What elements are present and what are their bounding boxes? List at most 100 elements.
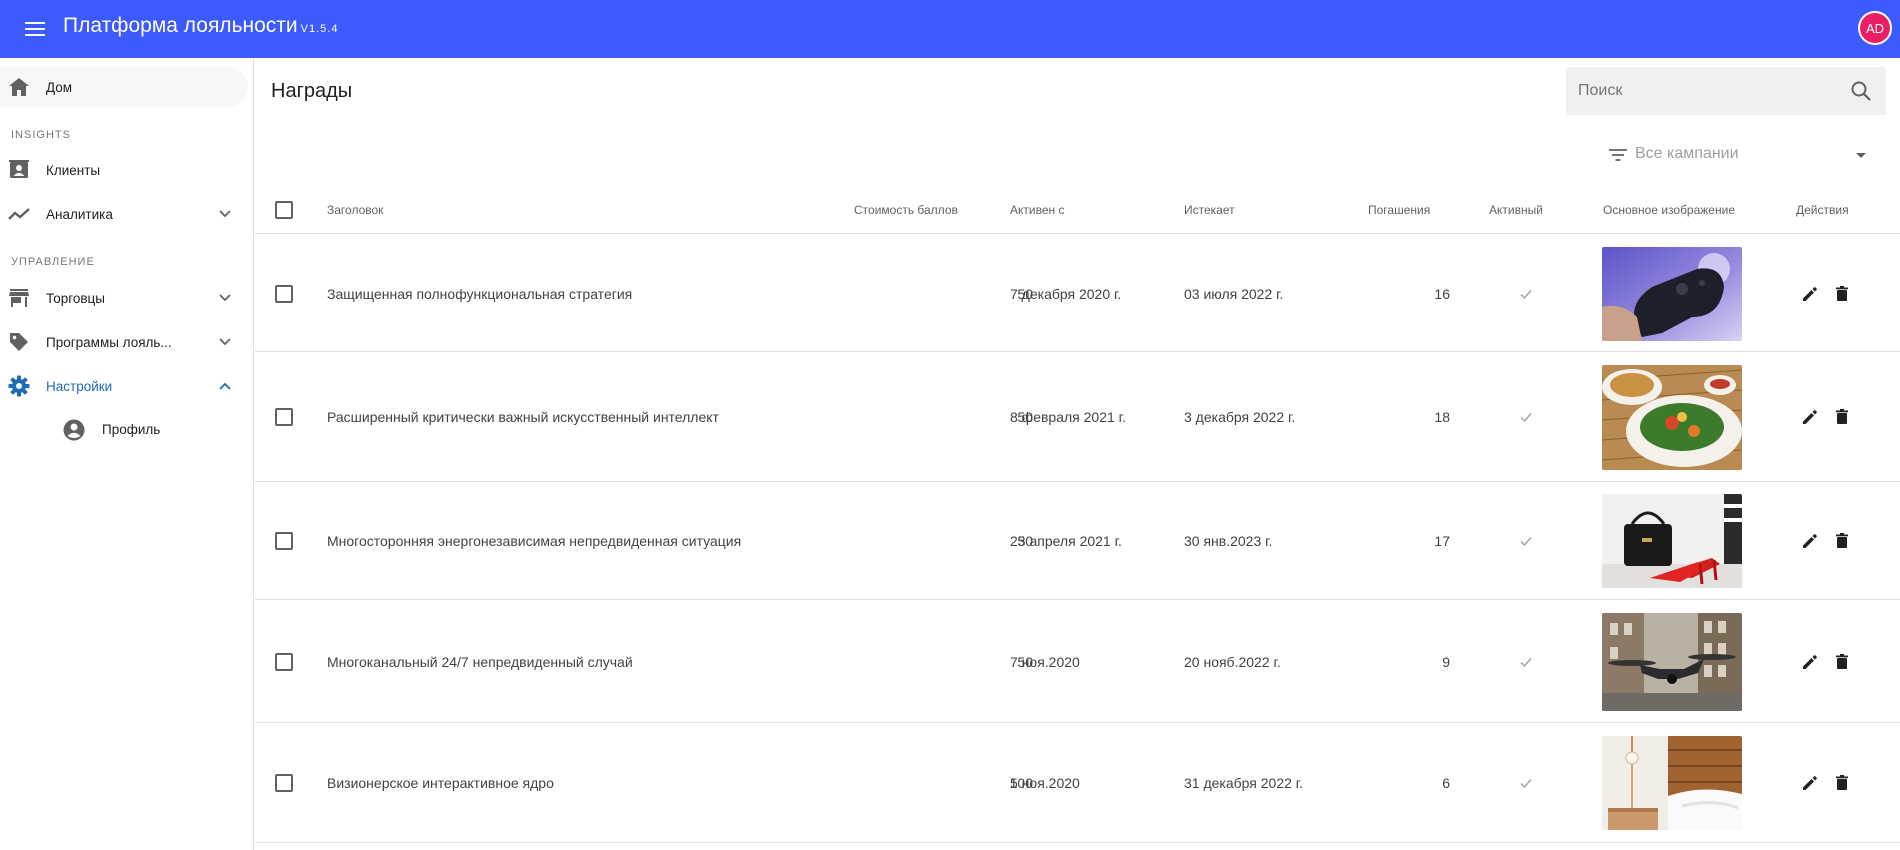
menu-icon[interactable] (22, 16, 48, 42)
sidebar: Дом INSIGHTS Клиенты Аналитика УПРАВЛЕНИ… (0, 58, 254, 850)
cell-expires: 03 июля 2022 г. (1184, 285, 1284, 302)
cell-redemptions: 16 (1434, 285, 1450, 302)
cell-redemptions: 17 (1434, 533, 1450, 549)
tag-icon (8, 331, 30, 353)
page-title: Награды (271, 80, 353, 102)
cell-title: Визионерское интерактивное ядро (327, 775, 554, 791)
bedroom-lamp-image (1602, 736, 1742, 830)
table-row[interactable]: Расширенный критически важный искусствен… (255, 352, 1900, 482)
table-row[interactable]: Защищенная полнофункциональная стратегия… (255, 235, 1900, 352)
cell-active-from: 23 апреля 2021 г. (1010, 533, 1122, 549)
sidebar-item-loyalty-programs[interactable]: Программы лояль... (0, 322, 248, 362)
cell-active-from: 8 февраля 2021 г. (1010, 409, 1126, 425)
red-shoes-handbag-image (1602, 494, 1742, 588)
header-redemptions[interactable]: Погашения (1368, 203, 1430, 217)
cell-active-from: 7 ноя.2020 (1010, 653, 1080, 670)
campaign-filter-label: Все кампании (1635, 145, 1739, 162)
food-plate-image (1602, 364, 1742, 470)
edit-icon[interactable] (1801, 653, 1819, 671)
row-checkbox[interactable] (275, 532, 293, 550)
chevron-down-icon (219, 294, 231, 302)
search-input[interactable] (1578, 67, 1838, 115)
edit-icon[interactable] (1801, 532, 1819, 550)
chevron-up-icon (219, 382, 231, 390)
sidebar-item-label: Торговцы (46, 290, 105, 306)
home-icon (8, 76, 30, 98)
sidebar-item-label: Дом (46, 79, 73, 95)
game-controller-image (1602, 246, 1742, 341)
cell-expires: 3 декабря 2022 г. (1184, 409, 1296, 425)
section-label-management: УПРАВЛЕНИЕ (11, 256, 95, 268)
cell-title: Защищенная полнофункциональная стратегия (327, 285, 633, 302)
contacts-icon (8, 159, 30, 181)
dropdown-arrow-icon (1856, 153, 1866, 158)
store-icon (8, 287, 30, 309)
drone-image (1602, 612, 1742, 711)
header-title[interactable]: Заголовок (327, 203, 383, 217)
header-expires[interactable]: Истекает (1184, 203, 1235, 217)
header-image[interactable]: Основное изображение (1603, 203, 1735, 217)
sidebar-item-analytics[interactable]: Аналитика (0, 194, 248, 234)
table-row[interactable]: Многосторонняя энергонезависимая непредв… (255, 482, 1900, 600)
header-active-from[interactable]: Активен с (1010, 203, 1064, 217)
table-row[interactable]: Визионерское интерактивное ядро 100 5 ноя.… (255, 723, 1900, 843)
cell-title: Расширенный критически важный искусствен… (327, 409, 719, 425)
edit-icon[interactable] (1801, 285, 1819, 303)
select-all-checkbox[interactable] (275, 201, 293, 219)
trending-icon (8, 203, 30, 225)
sidebar-item-merchants[interactable]: Торговцы (0, 278, 248, 318)
gear-icon (8, 375, 30, 397)
edit-icon[interactable] (1801, 408, 1819, 426)
app-bar: Платформа лояльности V1.5.4 AD (0, 0, 1900, 58)
delete-icon[interactable] (1833, 653, 1851, 671)
check-icon (1518, 533, 1534, 549)
sidebar-item-label: Аналитика (46, 206, 113, 222)
filter-icon (1609, 149, 1627, 161)
app-title: Платформа лояльности V1.5.4 (63, 14, 338, 38)
row-checkbox[interactable] (275, 284, 293, 303)
cell-expires: 30 янв.2023 г. (1184, 533, 1273, 549)
table-header: Заголовок Стоимость баллов Активен с Ист… (255, 186, 1900, 234)
campaign-filter-select[interactable]: Все кампании (1608, 142, 1870, 168)
sidebar-item-home[interactable]: Дом (0, 67, 248, 107)
check-icon (1518, 654, 1534, 670)
edit-icon[interactable] (1801, 774, 1819, 792)
delete-icon[interactable] (1833, 532, 1851, 550)
check-icon (1518, 409, 1534, 425)
check-icon (1518, 286, 1534, 302)
row-checkbox[interactable] (275, 652, 293, 671)
sidebar-item-label: Профиль (102, 422, 161, 437)
delete-icon[interactable] (1833, 285, 1851, 303)
section-label-insights: INSIGHTS (11, 129, 71, 141)
sidebar-item-profile[interactable]: Профиль (0, 410, 248, 450)
sidebar-item-label: Программы лояль... (46, 334, 172, 350)
cell-redemptions: 9 (1442, 653, 1450, 670)
search-box (1566, 67, 1886, 115)
app-version: V1.5.4 (300, 23, 339, 35)
account-circle-icon (63, 419, 85, 441)
cell-redemptions: 6 (1442, 775, 1450, 791)
header-active[interactable]: Активный (1489, 203, 1543, 217)
table-row[interactable]: Многоканальный 24/7 непредвиденный случа… (255, 600, 1900, 723)
cell-title: Многосторонняя энергонезависимая непредв… (327, 533, 742, 549)
search-icon[interactable] (1850, 80, 1872, 102)
cell-expires: 20 нояб.2022 г. (1184, 653, 1281, 670)
cell-active-from: 5 ноя.2020 (1010, 775, 1080, 791)
row-checkbox[interactable] (275, 774, 293, 792)
cell-title: Многоканальный 24/7 непредвиденный случа… (327, 653, 633, 670)
avatar[interactable]: AD (1858, 11, 1892, 45)
chevron-down-icon (219, 338, 231, 346)
row-checkbox[interactable] (275, 408, 293, 426)
sidebar-item-settings[interactable]: Настройки (0, 366, 248, 406)
app-title-text: Платформа лояльности (63, 14, 298, 37)
cell-expires: 31 декабря 2022 г. (1184, 775, 1304, 791)
sidebar-item-clients[interactable]: Клиенты (0, 150, 248, 190)
check-icon (1518, 775, 1534, 791)
delete-icon[interactable] (1833, 774, 1851, 792)
sidebar-item-label: Клиенты (46, 162, 101, 178)
delete-icon[interactable] (1833, 408, 1851, 426)
header-points[interactable]: Стоимость баллов (854, 203, 958, 217)
sidebar-item-label: Настройки (46, 378, 113, 394)
cell-active-from: 7 декабря 2020 г. (1010, 285, 1122, 302)
header-actions: Действия (1796, 203, 1849, 217)
